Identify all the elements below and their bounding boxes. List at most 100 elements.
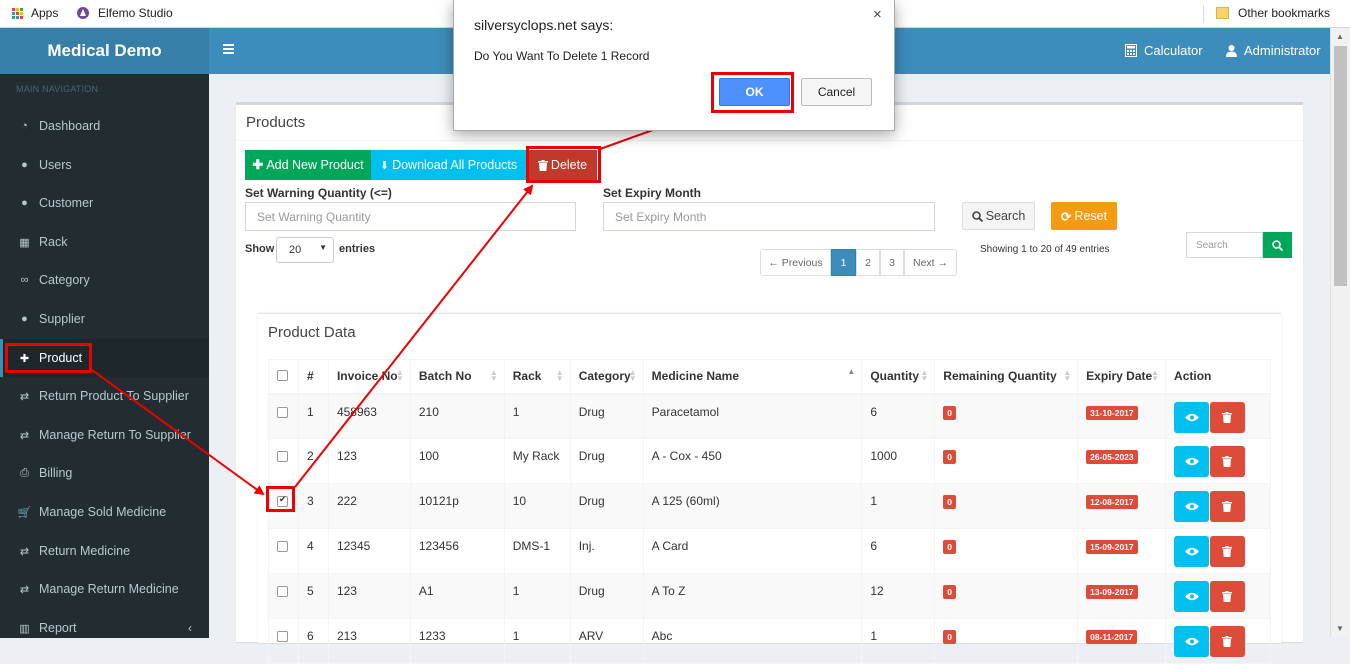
row-checkbox[interactable]: [277, 586, 288, 597]
column-header[interactable]: Rack ▲ ▼: [503, 359, 571, 395]
user-menu[interactable]: Administrator: [1226, 43, 1321, 58]
trash-icon: [1222, 501, 1233, 512]
cancel-button[interactable]: Cancel: [801, 78, 872, 106]
row-number: 2: [297, 438, 329, 484]
row-select-cell[interactable]: [268, 528, 299, 574]
sort-icon: ▲ ▼: [628, 368, 637, 383]
row-checkbox[interactable]: [277, 451, 288, 462]
row-select-cell[interactable]: [268, 573, 299, 619]
expiry-badge: 31-10-2017: [1086, 405, 1138, 420]
view-button[interactable]: [1174, 446, 1210, 477]
remaining-cell: 0: [934, 528, 1079, 574]
brand-logo[interactable]: Medical Demo: [0, 28, 209, 74]
column-header-label: Rack: [512, 369, 542, 384]
quantity-cell: 12: [861, 573, 936, 619]
entries-select[interactable]: 20 ▼: [276, 237, 334, 263]
column-header[interactable]: Expiry Date ▲ ▼: [1077, 359, 1167, 395]
sidebar-item-category[interactable]: ∞ Category: [0, 261, 209, 299]
sidebar-section-header: MAIN NAVIGATION: [16, 84, 99, 94]
sidebar-item-customer[interactable]: ● Customer: [0, 184, 209, 222]
pagination-next[interactable]: Next →: [904, 249, 957, 276]
scroll-up-icon[interactable]: ▲: [1336, 32, 1344, 41]
batch-cell: A1: [409, 573, 505, 619]
remaining-cell: 0: [934, 438, 1079, 484]
plus-icon: ✚: [252, 157, 264, 172]
other-bookmarks[interactable]: Other bookmarks: [1216, 6, 1330, 20]
sidebar-item-supplier[interactable]: ● Supplier: [0, 300, 209, 338]
sidebar-item-return-medicine[interactable]: ⇄ Return Medicine: [0, 532, 209, 570]
scroll-down-icon[interactable]: ▼: [1336, 624, 1344, 633]
row-select-cell[interactable]: [268, 438, 299, 484]
sidebar-item-label: Rack: [39, 235, 68, 249]
expiry-badge: 12-08-2017: [1086, 495, 1138, 509]
delete-row-button[interactable]: [1210, 536, 1246, 567]
search-button[interactable]: Search: [962, 202, 1035, 230]
view-button[interactable]: [1174, 401, 1210, 433]
table-search-input[interactable]: [1186, 232, 1263, 258]
pagination-page-1[interactable]: 1: [831, 249, 856, 276]
delete-row-button[interactable]: [1210, 626, 1246, 657]
row-select-cell[interactable]: [268, 618, 299, 664]
warning-quantity-input[interactable]: [245, 202, 576, 231]
sidebar-item-rack[interactable]: ▦ Rack: [0, 223, 209, 261]
column-header[interactable]: #: [297, 359, 329, 395]
column-header[interactable]: Invoice No ▲ ▼: [327, 359, 411, 395]
view-button[interactable]: [1174, 536, 1210, 567]
remaining-badge: 0: [943, 495, 957, 509]
delete-row-button[interactable]: [1210, 491, 1246, 522]
view-button[interactable]: [1174, 626, 1210, 657]
column-header[interactable]: Quantity ▲ ▼: [861, 359, 936, 395]
sidebar-item-manage-return-medicine[interactable]: ⇄ Manage Return Medicine: [0, 570, 209, 608]
studio-bookmark[interactable]: Elfemo Studio: [76, 6, 173, 20]
sidebar-item-dashboard[interactable]: ◔ Dashboard: [0, 107, 209, 145]
pagination-previous[interactable]: ← Previous: [760, 249, 831, 276]
delete-row-button[interactable]: [1210, 446, 1246, 477]
view-button[interactable]: [1174, 581, 1210, 612]
calculator-link[interactable]: Calculator: [1125, 43, 1203, 58]
expiry-month-input[interactable]: [603, 202, 935, 231]
eye-icon: [1185, 413, 1200, 421]
medicine-cell: A To Z: [642, 573, 863, 619]
select-all-checkbox[interactable]: [277, 370, 288, 382]
sidebar-item-billing[interactable]: ⎙ Billing: [0, 454, 209, 492]
reset-button-label: Reset: [1074, 209, 1108, 223]
sidebar-toggle-icon[interactable]: [223, 44, 234, 54]
column-header[interactable]: Category ▲ ▼: [569, 359, 644, 395]
sidebar-item-return-product-to-supplier[interactable]: ⇄ Return Product To Supplier: [0, 377, 209, 415]
sidebar-item-manage-sold-medicine[interactable]: 🛒 Manage Sold Medicine: [0, 493, 209, 531]
table-search-button[interactable]: [1263, 232, 1292, 258]
add-product-button[interactable]: ✚ Add New Product: [245, 150, 371, 180]
page-scrollbar[interactable]: ▲ ▼: [1330, 28, 1350, 638]
sidebar-item-users[interactable]: ● Users: [0, 146, 209, 184]
row-checkbox[interactable]: [277, 406, 288, 418]
apps-bookmark[interactable]: Apps: [12, 6, 58, 20]
remaining-badge: 0: [943, 405, 957, 420]
row-checkbox[interactable]: [277, 541, 288, 552]
ok-button[interactable]: OK: [719, 78, 790, 106]
sort-icon: ▲ ▼: [395, 368, 404, 383]
remaining-badge: 0: [943, 540, 957, 554]
scroll-thumb[interactable]: [1334, 46, 1347, 286]
view-button[interactable]: [1174, 491, 1210, 522]
pagination-page-2[interactable]: 2: [856, 249, 880, 276]
chevron-left-icon: ‹: [188, 621, 192, 635]
download-products-button[interactable]: ⬇ Download All Products: [371, 150, 526, 180]
select-all-header[interactable]: [268, 359, 299, 395]
row-checkbox[interactable]: [277, 631, 288, 642]
column-header-label: Remaining Quantity: [943, 369, 1057, 384]
sidebar-item-report[interactable]: ▥ Report ‹: [0, 609, 209, 647]
close-icon[interactable]: ×: [873, 6, 882, 23]
column-header[interactable]: Batch No ▲ ▼: [409, 359, 505, 395]
reset-button[interactable]: ⟳ Reset: [1051, 202, 1117, 230]
row-select-cell[interactable]: [268, 393, 299, 439]
column-header[interactable]: Remaining Quantity ▲ ▼: [934, 359, 1079, 395]
delete-row-button[interactable]: [1210, 401, 1246, 433]
table-row: 6 213 1233 1 ARV Abc 1 0 08-11-2017: [268, 618, 1271, 664]
search-icon: [1272, 239, 1283, 251]
cart-icon: 🛒: [17, 506, 32, 519]
sidebar-item-manage-return-to-supplier[interactable]: ⇄ Manage Return To Supplier: [0, 416, 209, 454]
column-header[interactable]: Medicine Name ▲: [642, 359, 863, 395]
delete-row-button[interactable]: [1210, 581, 1246, 612]
pagination-page-3[interactable]: 3: [880, 249, 904, 276]
dashboard-icon: ◔: [21, 120, 28, 132]
